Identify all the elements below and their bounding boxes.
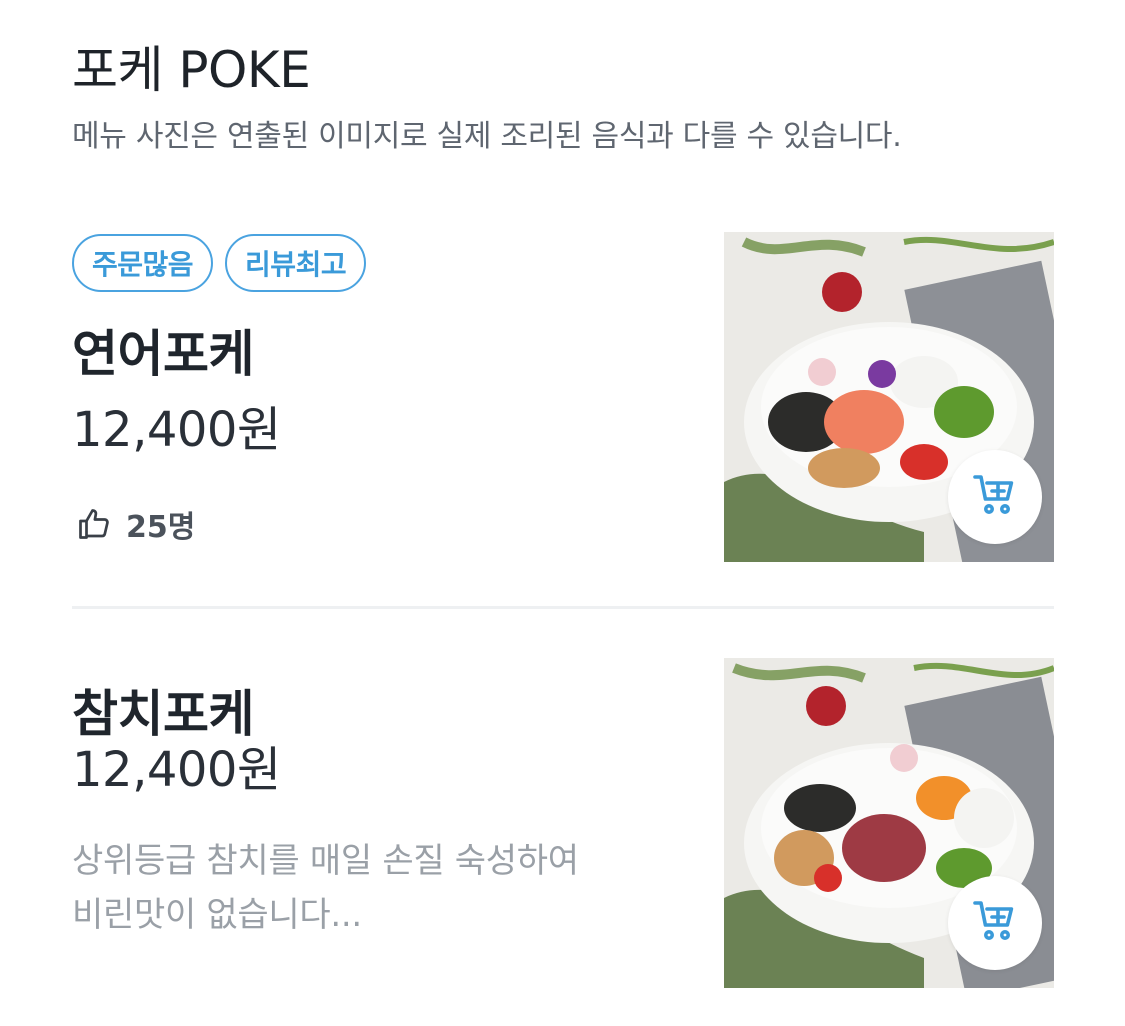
cart-add-icon xyxy=(971,471,1019,523)
like-count: 25명 xyxy=(76,502,195,546)
menu-item-name: 연어포케 xyxy=(72,325,255,383)
poke-bowl-image[interactable] xyxy=(724,232,1054,562)
cart-add-button[interactable] xyxy=(948,450,1042,544)
section-title: 포케 POKE xyxy=(72,41,311,99)
menu-item-price: 12,400원 xyxy=(72,742,281,798)
menu-item-salmon-poke[interactable]: 주문많음 리뷰최고 연어포케 12,400원 25명 xyxy=(72,232,1054,564)
badge-list: 주문많음 리뷰최고 xyxy=(72,234,367,292)
menu-item-price: 12,400원 xyxy=(72,402,281,458)
section-note: 메뉴 사진은 연출된 이미지로 실제 조리된 음식과 다를 수 있습니다. xyxy=(72,119,902,154)
menu-item-name: 참치포케 xyxy=(72,685,255,743)
menu-section: 포케 POKE 메뉴 사진은 연출된 이미지로 실제 조리된 음식과 다를 수 … xyxy=(0,0,1125,1026)
menu-item-description: 상위등급 참치를 매일 손질 숙성하여 비린맛이 없습니다... xyxy=(72,841,579,935)
poke-bowl-image[interactable] xyxy=(724,658,1054,988)
badge-best-review: 리뷰최고 xyxy=(225,234,367,292)
like-count-label: 25명 xyxy=(126,510,196,545)
badge-most-ordered: 주문많음 xyxy=(72,234,214,292)
thumbs-up-icon xyxy=(76,506,112,542)
menu-item-tuna-poke[interactable]: 참치포케 12,400원 상위등급 참치를 매일 손질 숙성하여 비린맛이 없습… xyxy=(72,658,1054,990)
item-divider xyxy=(72,606,1054,609)
cart-add-icon xyxy=(971,897,1019,949)
cart-add-button[interactable] xyxy=(948,876,1042,970)
